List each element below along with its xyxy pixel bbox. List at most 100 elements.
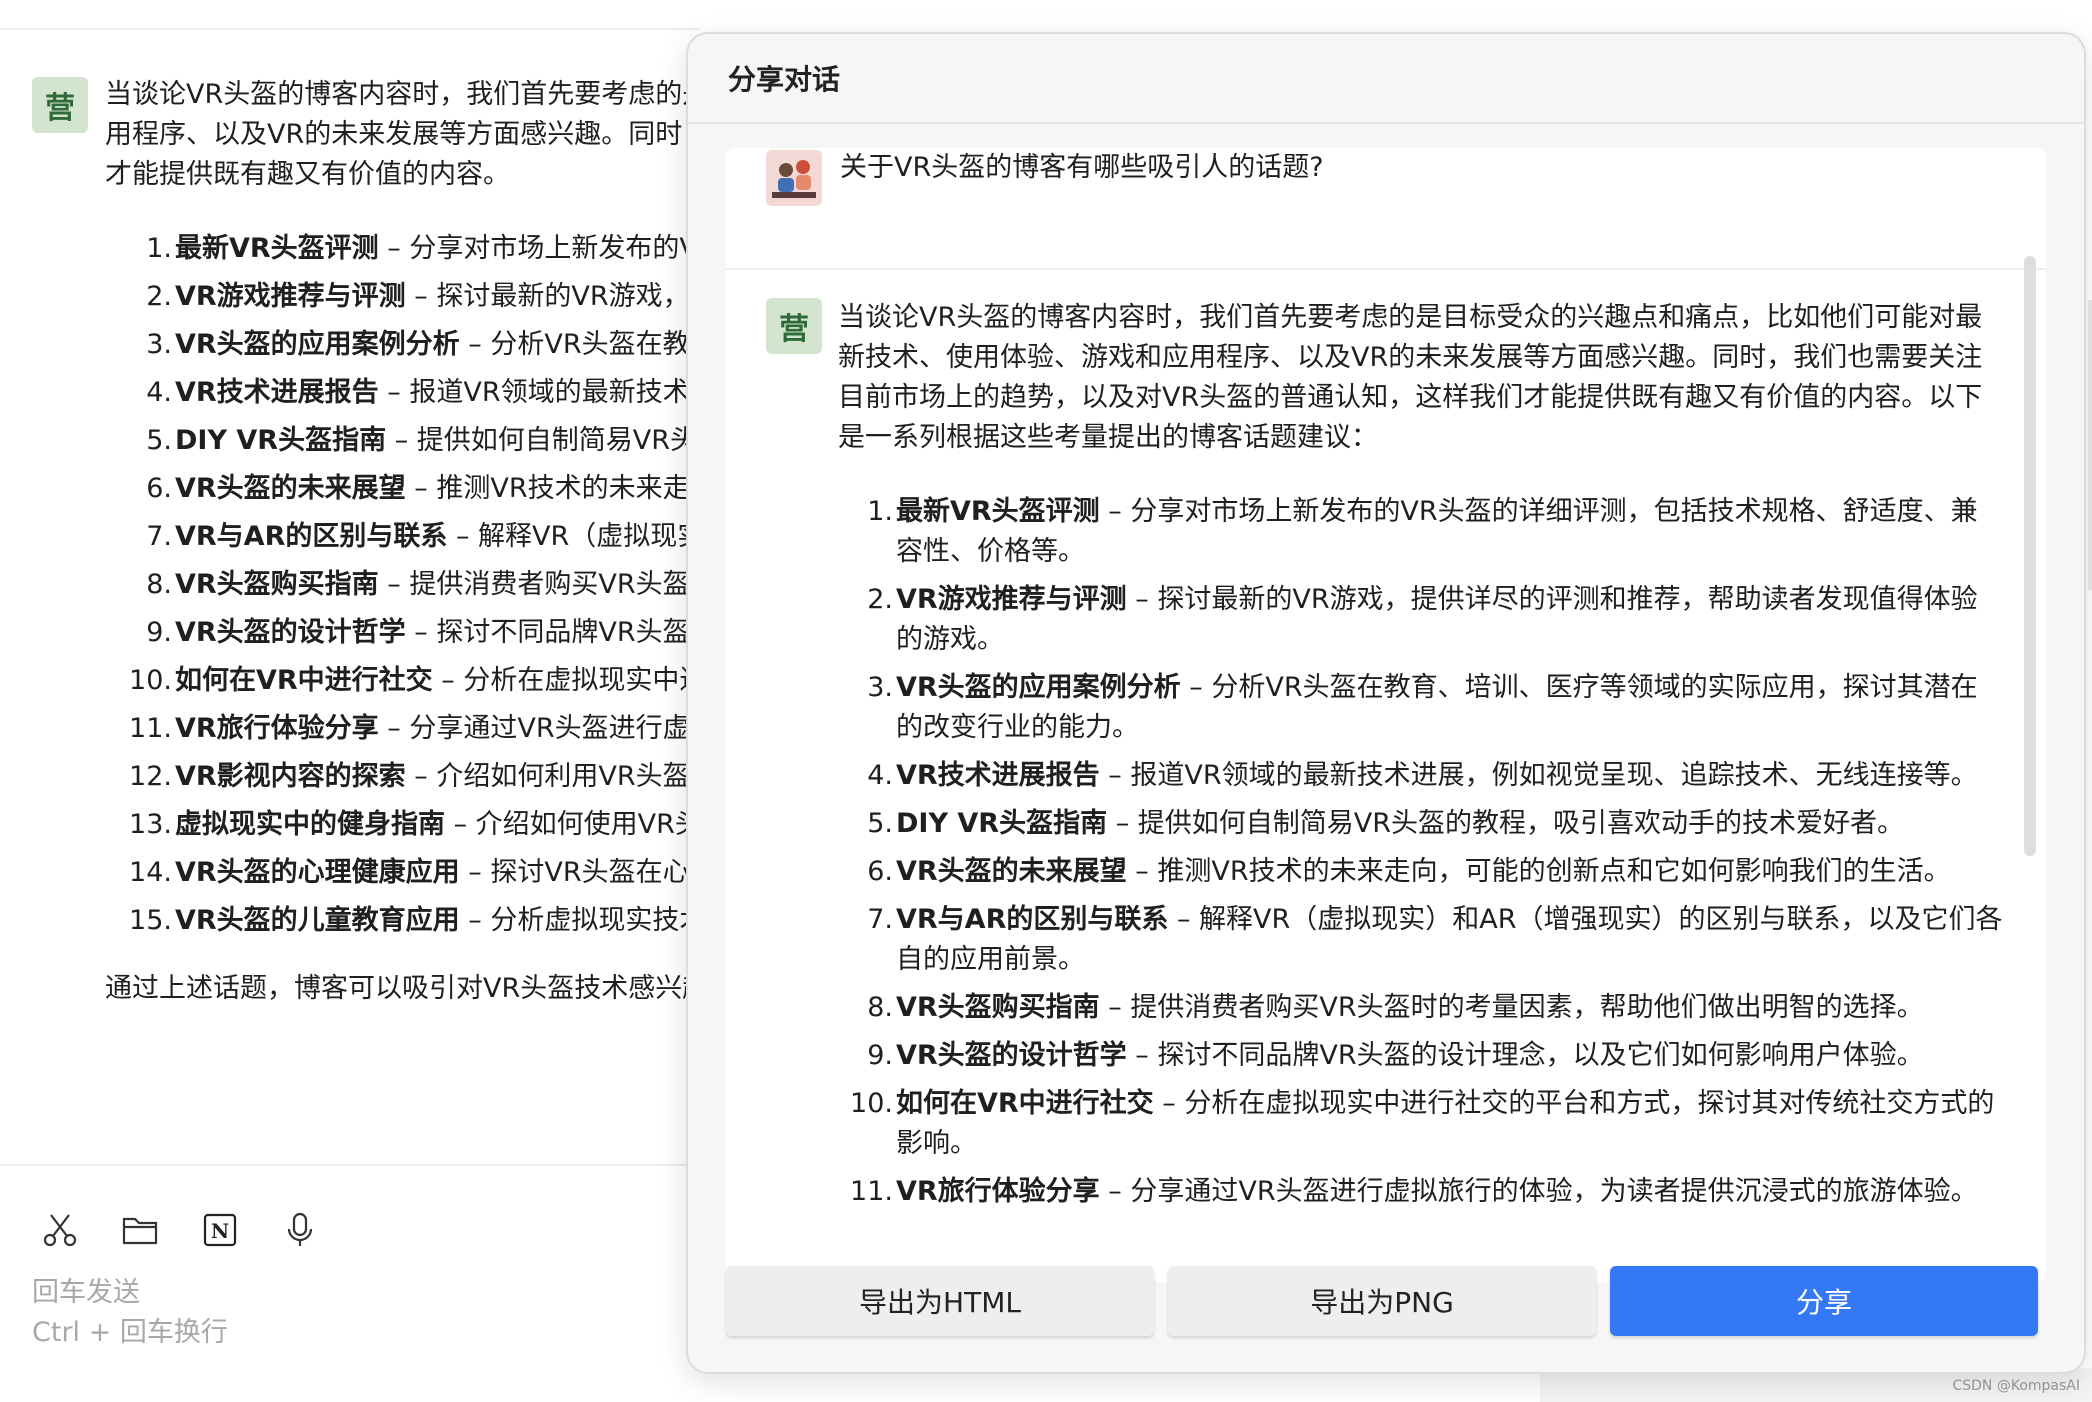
list-item-title: VR头盔的儿童教育应用 (175, 905, 460, 936)
list-item-body: VR头盔的未来展望 – 推测VR技术的未来走向 (175, 469, 690, 509)
list-item-body: VR头盔的设计哲学 – 探讨不同品牌VR头盔的设计理念，以及它们如何影响用户体验… (896, 1036, 2004, 1076)
list-item: 9.VR头盔的设计哲学 – 探讨不同品牌VR头盔的设计理念 (113, 613, 690, 653)
list-item-body: 如何在VR中进行社交 – 分析在虚拟现实中进行社交的平台和方式，探讨其对传统社交… (896, 1084, 2004, 1164)
list-item-title: VR头盔的应用案例分析 (175, 329, 460, 360)
list-item-body: VR头盔的设计哲学 – 探讨不同品牌VR头盔的设计理念 (175, 613, 690, 653)
list-item-title: VR头盔购买指南 (175, 569, 379, 600)
export-png-button[interactable]: 导出为PNG (1168, 1266, 1596, 1336)
list-item-number: 10. (129, 665, 172, 696)
watermark: CSDN @KompasAI (1952, 1378, 2080, 1394)
list-item-title: VR技术进展报告 (175, 377, 379, 408)
export-html-button[interactable]: 导出为HTML (726, 1266, 1154, 1336)
list-item-desc: – 探讨最新的VR游戏，提供详尽的评测和推荐 (414, 281, 690, 312)
list-item-number: 14. (129, 857, 172, 888)
user-message: 关于VR头盔的博客有哪些吸引人的话题? (766, 148, 2006, 234)
list-item-body: VR头盔的应用案例分析 – 分析VR头盔在教育、培训、医疗等领域的实际应用，探讨… (896, 668, 2004, 748)
list-item: 4. VR技术进展报告 – 报道VR领域的最新技术进展，例如视觉呈现、追踪技术、无… (834, 756, 2004, 796)
list-item-number: 7. (146, 521, 172, 552)
folder-icon[interactable] (120, 1210, 160, 1250)
list-item-title: VR头盔的设计哲学 (175, 617, 406, 648)
list-item: 6. VR头盔的未来展望 – 推测VR技术的未来走向 (113, 469, 690, 509)
message-intro: 当谈论VR头盔的博客内容时，我们首先要考虑的是目标受众的兴趣点和痛点，比如他们可… (105, 79, 690, 190)
list-item-desc: – 推测VR技术的未来走向，可能的创新点和它如何影响我们的生活。 (1126, 856, 1951, 887)
chat-history: 营 当谈论VR头盔的博客内容时，我们首先要考虑的是目标受众的兴趣点和痛点，比如他… (0, 40, 690, 1160)
message-intro: 当谈论VR头盔的博客内容时，我们首先要考虑的是目标受众的兴趣点和痛点，比如他们可… (838, 302, 1983, 453)
list-item-body: VR头盔的儿童教育应用 – 分析虚拟现实技术在儿童教育中的应用 (175, 901, 690, 941)
list-item-body: DIY VR头盔指南 – 提供如何自制简易VR头盔的教程 (175, 421, 690, 461)
list-item-body: VR头盔的心理健康应用 – 探讨VR头盔在心理健康领域的应用 (175, 853, 690, 893)
list-item-number: 11. (129, 713, 172, 744)
list-item-title: VR影视内容的探索 (175, 761, 406, 792)
list-item: 6. VR头盔的未来展望 – 推测VR技术的未来走向，可能的创新点和它如何影响我们… (834, 852, 2004, 892)
list-item-body: VR与AR的区别与联系 – 解释VR（虚拟现实）和AR（增强现实）的区别与联系，… (896, 900, 2004, 980)
list-item-title: 最新VR头盔评测 (896, 496, 1100, 527)
list-item: 8.VR头盔购买指南 – 提供消费者购买VR头盔时的考量因素 (113, 565, 690, 605)
list-item-body: VR头盔的未来展望 – 推测VR技术的未来走向，可能的创新点和它如何影响我们的生… (896, 852, 2004, 892)
list-item-number: 3. (867, 672, 893, 703)
list-item: 11. VR旅行体验分享 – 分享通过VR头盔进行虚拟旅行的体验，为读者提供沉浸式… (834, 1172, 2004, 1212)
list-item: 10.如何在VR中进行社交 – 分析在虚拟现实中进行社交的平台和方式 (113, 661, 690, 701)
list-item-number: 12. (129, 761, 172, 792)
list-item-number: 3. (146, 329, 172, 360)
list-item-title: VR旅行体验分享 (896, 1176, 1100, 1207)
list-item-desc: – 分析VR头盔在教育、培训、医疗等领域的实际应用，探讨其潜在的改变行业的能力。 (468, 329, 690, 360)
list-item-number: 9. (146, 617, 172, 648)
list-item-body: VR头盔的应用案例分析 – 分析VR头盔在教育、培训、医疗等领域的实际应用，探讨… (175, 325, 690, 365)
list-item: 8. VR头盔购买指南 – 提供消费者购买VR头盔时的考量因素，帮助他们做出明智的… (834, 988, 2004, 1028)
scissors-icon[interactable] (40, 1210, 80, 1250)
message-outro: 通过上述话题，博客可以吸引对VR头盔技术感兴趣的读者。每个话题都需要深入研究和创… (105, 973, 690, 1004)
list-item-desc: – 介绍如何利用VR头盔观看影视内容 (414, 761, 690, 792)
list-item: 1. 最新VR头盔评测 – 分享对市场上新发布的VR头盔的详细评测，包括技术规格、… (834, 492, 2004, 572)
list-item-body: VR游戏推荐与评测 – 探讨最新的VR游戏，提供详尽的评测和推荐 (175, 277, 690, 317)
user-question: 关于VR头盔的博客有哪些吸引人的话题? (840, 152, 1324, 183)
assistant-message: 当谈论VR头盔的博客内容时，我们首先要考虑的是目标受众的兴趣点和痛点，比如他们可… (105, 75, 690, 1009)
preview-scrollbar[interactable] (2024, 256, 2036, 856)
list-item-number: 8. (146, 569, 172, 600)
list-item-number: 1. (867, 496, 893, 527)
list-item-number: 10. (850, 1088, 893, 1119)
list-item-number: 4. (146, 377, 172, 408)
list-item-desc: – 探讨不同品牌VR头盔的设计理念，以及它们如何影响用户体验。 (1126, 1040, 1924, 1071)
list-item-number: 9. (867, 1040, 893, 1071)
list-item-title: VR旅行体验分享 (175, 713, 379, 744)
list-item-title: VR头盔的未来展望 (896, 856, 1127, 887)
list-item-body: VR影视内容的探索 – 介绍如何利用VR头盔观看影视内容 (175, 757, 690, 797)
list-item-desc: – 分析在虚拟现实中进行社交的平台和方式 (441, 665, 690, 696)
assistant-message: 当谈论VR头盔的博客内容时，我们首先要考虑的是目标受众的兴趣点和痛点，比如他们可… (838, 298, 2004, 1240)
list-item-title: VR游戏推荐与评测 (175, 281, 406, 312)
share-button[interactable]: 分享 (1610, 1266, 2038, 1336)
list-item: 12.VR影视内容的探索 – 介绍如何利用VR头盔观看影视内容 (113, 757, 690, 797)
list-item-number: 5. (146, 425, 172, 456)
list-item-number: 11. (850, 1176, 893, 1207)
list-item: 3.VR头盔的应用案例分析 – 分析VR头盔在教育、培训、医疗等领域的实际应用，… (834, 668, 2004, 748)
list-item-number: 2. (867, 584, 893, 615)
microphone-icon[interactable] (280, 1210, 320, 1250)
list-item-number: 6. (146, 473, 172, 504)
notion-icon[interactable]: N (200, 1210, 240, 1250)
list-item-desc: – 探讨VR头盔在心理健康领域的应用 (468, 857, 690, 888)
assistant-avatar: 营 (766, 298, 822, 354)
list-item-number: 5. (867, 808, 893, 839)
list-item-title: VR头盔的未来展望 (175, 473, 406, 504)
list-item: 11.VR旅行体验分享 – 分享通过VR头盔进行虚拟旅行的体验 (113, 709, 690, 749)
list-item-title: VR头盔的应用案例分析 (896, 672, 1181, 703)
list-item: 13.虚拟现实中的健身指南 – 介绍如何使用VR头盔进行健身 (113, 805, 690, 845)
top-divider (0, 28, 700, 30)
svg-text:N: N (211, 1219, 229, 1243)
conversation-preview[interactable]: 关于VR头盔的博客有哪些吸引人的话题? 营 当谈论VR头盔的博客内容时，我们首先… (726, 148, 2046, 1282)
list-item: 5. DIY VR头盔指南 – 提供如何自制简易VR头盔的教程，吸引喜欢动手的技术… (834, 804, 2004, 844)
list-item-body: VR头盔购买指南 – 提供消费者购买VR头盔时的考量因素 (175, 565, 690, 605)
list-item-title: VR头盔购买指南 (896, 992, 1100, 1023)
list-item-desc: – 提供如何自制简易VR头盔的教程 (394, 425, 690, 456)
newline-hint: Ctrl + 回车换行 (32, 1317, 228, 1348)
input-divider (0, 1164, 690, 1166)
list-item: 7.VR与AR的区别与联系 – 解释VR（虚拟现实）和AR（增强现实）的区别与联… (834, 900, 2004, 980)
list-item-body: VR技术进展报告 – 报道VR领域的最新技术进展，例如视觉呈现、追踪技术、无线连… (896, 756, 2004, 796)
list-item-body: VR技术进展报告 – 报道VR领域的最新技术进展 (175, 373, 690, 413)
list-item-number: 8. (867, 992, 893, 1023)
list-item-desc: – 探讨不同品牌VR头盔的设计理念 (414, 617, 690, 648)
list-item-title: 如何在VR中进行社交 (896, 1088, 1154, 1119)
list-item-body: 最新VR头盔评测 – 分享对市场上新发布的VR头盔的详细评测 (175, 229, 690, 269)
dialog-title: 分享对话 (728, 63, 841, 96)
right-edge-divider (2088, 300, 2092, 590)
